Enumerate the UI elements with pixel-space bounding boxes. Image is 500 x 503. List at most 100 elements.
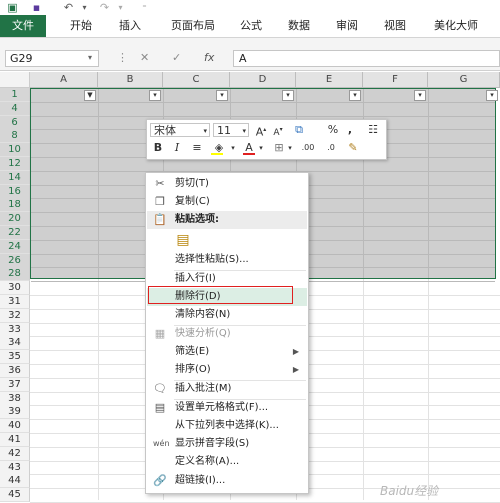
row-header-43[interactable]: 43 bbox=[0, 460, 30, 475]
row-header-45[interactable]: 45 bbox=[0, 488, 30, 503]
menu-item-cut[interactable]: ✂ 剪切(T) bbox=[147, 175, 307, 193]
row-header-20[interactable]: 20 bbox=[0, 212, 30, 227]
tab-formulas[interactable]: 公式 bbox=[234, 15, 268, 37]
formula-input[interactable]: A bbox=[233, 50, 500, 67]
align-center-icon[interactable]: ≡ bbox=[190, 141, 204, 155]
row-header-39[interactable]: 39 bbox=[0, 405, 30, 420]
row-header-4[interactable]: 4 bbox=[0, 101, 30, 116]
row-header-6[interactable]: 6 bbox=[0, 115, 30, 130]
menu-item-quick-analysis[interactable]: ▦ 快速分析(Q) bbox=[147, 325, 307, 343]
menu-item-format-cells[interactable]: ▤ 设置单元格格式(F)... bbox=[147, 399, 307, 417]
percent-style-icon[interactable]: % bbox=[326, 123, 340, 137]
menu-item-pick-from-list[interactable]: 从下拉列表中选择(K)... bbox=[147, 417, 307, 435]
tab-page-layout[interactable]: 页面布局 bbox=[162, 15, 224, 37]
chevron-down-icon[interactable]: ▾ bbox=[242, 124, 246, 138]
row-header-30[interactable]: 30 bbox=[0, 281, 30, 296]
row-header-18[interactable]: 18 bbox=[0, 198, 30, 213]
tab-view[interactable]: 视图 bbox=[378, 15, 412, 37]
row-header-1[interactable]: 1 bbox=[0, 88, 30, 102]
row-header-26[interactable]: 26 bbox=[0, 253, 30, 268]
chevron-down-icon[interactable]: ▾ bbox=[203, 124, 207, 138]
filter-dropdown-icon[interactable]: ▾ bbox=[216, 90, 228, 101]
chevron-down-icon[interactable]: ▾ bbox=[257, 141, 265, 155]
filter-dropdown-icon[interactable]: ▾ bbox=[149, 90, 161, 101]
tab-file[interactable]: 文件 bbox=[0, 15, 46, 37]
column-header-b[interactable]: B bbox=[98, 72, 163, 88]
row-header-8[interactable]: 8 bbox=[0, 129, 30, 144]
borders-icon[interactable]: ⊞ bbox=[272, 141, 286, 155]
menu-item-show-phonetic[interactable]: wén 显示拼音字段(S) bbox=[147, 435, 307, 453]
row-header-41[interactable]: 41 bbox=[0, 433, 30, 447]
insert-function-icon[interactable]: fx bbox=[204, 51, 214, 64]
fill-color-icon[interactable]: ◈ bbox=[209, 141, 229, 155]
undo-icon[interactable]: ↶ bbox=[62, 1, 75, 14]
italic-icon[interactable]: I bbox=[171, 141, 183, 155]
format-painter-table-icon[interactable]: ☷ bbox=[365, 123, 381, 137]
column-header-d[interactable]: D bbox=[230, 72, 296, 88]
tab-beautify-master[interactable]: 美化大师 bbox=[426, 15, 486, 37]
row-header-14[interactable]: 14 bbox=[0, 170, 30, 185]
menu-item-insert-comment[interactable]: 🗨 插入批注(M) bbox=[147, 380, 307, 398]
increase-decimal-icon[interactable]: .00 bbox=[297, 141, 319, 155]
redo-icon[interactable]: ↷ bbox=[98, 1, 111, 14]
row-header-33[interactable]: 33 bbox=[0, 322, 30, 337]
paste-button[interactable]: ▤ bbox=[147, 229, 307, 253]
filter-dropdown-icon[interactable]: ▾ bbox=[486, 90, 498, 101]
accounting-format-icon[interactable]: ⧉ bbox=[290, 123, 308, 137]
enter-icon[interactable]: ✓ bbox=[172, 51, 181, 64]
row-header-10[interactable]: 10 bbox=[0, 143, 30, 158]
filter-dropdown-icon[interactable]: ▾ bbox=[414, 90, 426, 101]
redo-dropdown-icon[interactable]: ▾ bbox=[114, 1, 127, 14]
chevron-down-icon[interactable]: ▾ bbox=[88, 53, 92, 62]
menu-item-copy[interactable]: ❐ 复制(C) bbox=[147, 193, 307, 211]
font-size-select[interactable]: 11 ▾ bbox=[213, 123, 249, 137]
tab-insert[interactable]: 插入 bbox=[112, 15, 148, 37]
chevron-down-icon[interactable]: ▾ bbox=[229, 141, 237, 155]
row-header-31[interactable]: 31 bbox=[0, 295, 30, 309]
row-header-38[interactable]: 38 bbox=[0, 391, 30, 406]
tab-review[interactable]: 审阅 bbox=[330, 15, 364, 37]
menu-item-hyperlink[interactable]: 🔗 超链接(I)... bbox=[147, 472, 307, 490]
row-header-24[interactable]: 24 bbox=[0, 239, 30, 254]
format-painter-icon[interactable]: ✎ bbox=[345, 141, 361, 155]
font-color-icon[interactable]: A bbox=[241, 141, 257, 155]
font-name-select[interactable]: 宋体 ▾ bbox=[150, 123, 210, 137]
menu-item-paste-special[interactable]: 选择性粘贴(S)... bbox=[147, 251, 307, 269]
select-all-corner[interactable] bbox=[0, 72, 30, 88]
increase-font-icon[interactable]: A▴ bbox=[254, 123, 268, 140]
name-box[interactable]: G29 ▾ bbox=[5, 50, 99, 67]
row-header-28[interactable]: 28 bbox=[0, 267, 30, 282]
chevron-down-icon[interactable]: ▾ bbox=[286, 141, 294, 155]
filter-dropdown-icon[interactable]: ▾ bbox=[282, 90, 294, 101]
undo-dropdown-icon[interactable]: ▾ bbox=[78, 1, 91, 14]
menu-item-define-name[interactable]: 定义名称(A)... bbox=[147, 453, 307, 471]
row-header-37[interactable]: 37 bbox=[0, 377, 30, 392]
bold-icon[interactable]: B bbox=[152, 141, 164, 155]
row-header-34[interactable]: 34 bbox=[0, 336, 30, 351]
row-header-32[interactable]: 32 bbox=[0, 308, 30, 323]
tab-data[interactable]: 数据 bbox=[282, 15, 316, 37]
row-header-44[interactable]: 44 bbox=[0, 474, 30, 489]
column-header-c[interactable]: C bbox=[163, 72, 230, 88]
tab-home[interactable]: 开始 bbox=[62, 15, 100, 37]
decrease-font-icon[interactable]: A▾ bbox=[271, 123, 285, 140]
row-header-35[interactable]: 35 bbox=[0, 350, 30, 365]
menu-item-sort[interactable]: 排序(O) ▶ bbox=[147, 361, 307, 379]
decrease-decimal-icon[interactable]: .0 bbox=[321, 141, 341, 155]
row-header-36[interactable]: 36 bbox=[0, 364, 30, 378]
customize-toolbar-icon[interactable]: ⁼ bbox=[138, 1, 151, 14]
row-header-12[interactable]: 12 bbox=[0, 157, 30, 171]
row-header-42[interactable]: 42 bbox=[0, 446, 30, 461]
save-icon[interactable]: ▪ bbox=[30, 1, 43, 14]
column-header-a[interactable]: A bbox=[30, 72, 98, 88]
column-header-g[interactable]: G bbox=[428, 72, 500, 88]
column-header-e[interactable]: E bbox=[296, 72, 363, 88]
column-header-f[interactable]: F bbox=[363, 72, 428, 88]
filter-dropdown-icon[interactable]: ▾ bbox=[349, 90, 361, 101]
menu-item-filter[interactable]: 筛选(E) ▶ bbox=[147, 343, 307, 361]
cancel-icon[interactable]: ✕ bbox=[140, 51, 149, 64]
row-header-22[interactable]: 22 bbox=[0, 226, 30, 240]
menu-item-clear-contents[interactable]: 清除内容(N) bbox=[147, 306, 307, 324]
comma-style-icon[interactable]: , bbox=[345, 123, 355, 137]
row-header-16[interactable]: 16 bbox=[0, 184, 30, 199]
